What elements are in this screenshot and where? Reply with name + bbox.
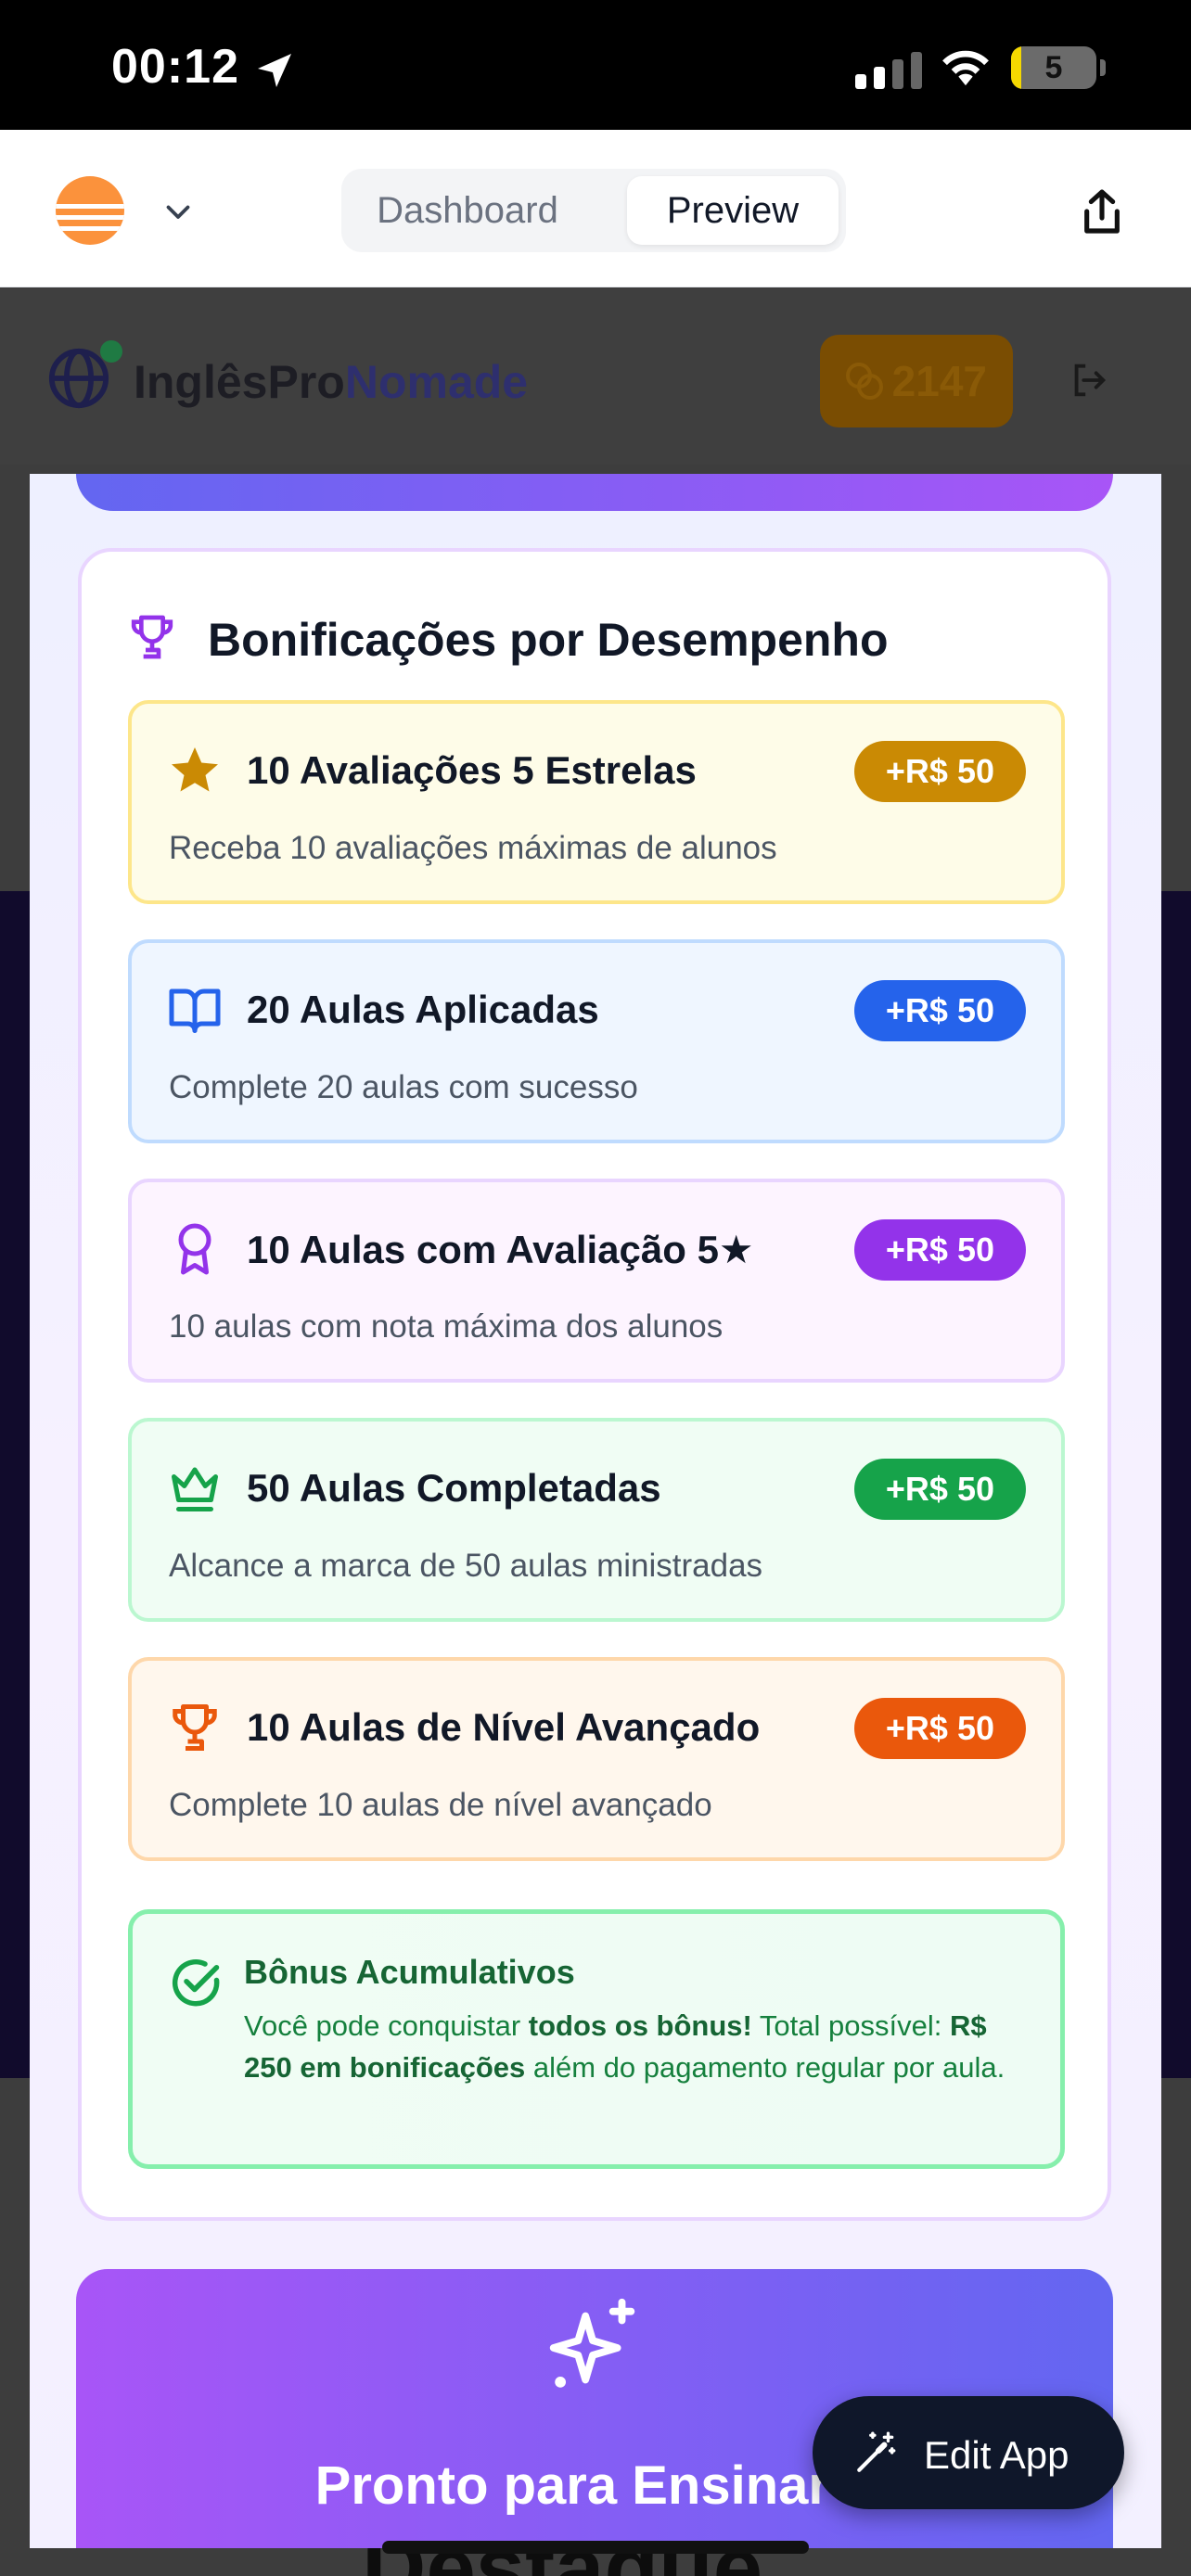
bonus-amount-badge: +R$ 50 bbox=[853, 980, 1026, 1041]
bonus-item: 20 Aulas Aplicadas +R$ 50 Complete 20 au… bbox=[128, 939, 1065, 1143]
bonus-item: 50 Aulas Completadas +R$ 50 Alcance a ma… bbox=[128, 1418, 1065, 1622]
bonus-amount-badge: +R$ 50 bbox=[853, 741, 1026, 802]
bonus-item-description: 10 aulas com nota máxima dos alunos bbox=[169, 1308, 724, 1345]
status-time: 00:12 bbox=[111, 40, 239, 94]
status-bar: 00:12 5 bbox=[0, 0, 1191, 130]
bonus-item-description: Complete 20 aulas com sucesso bbox=[169, 1069, 638, 1105]
star-icon bbox=[172, 747, 218, 792]
background-header: InglêsProNomade 2147 bbox=[0, 288, 1191, 465]
tab-preview[interactable]: Preview bbox=[627, 176, 839, 245]
location-arrow-icon bbox=[258, 54, 291, 87]
cellular-signal-icon bbox=[855, 52, 922, 89]
edit-app-label: Edit App bbox=[924, 2433, 1069, 2477]
cumulative-bonus-title: Bônus Acumulativos bbox=[244, 1953, 575, 1991]
cumulative-bonus-note: Bônus Acumulativos Você pode conquistar … bbox=[128, 1909, 1065, 2169]
home-indicator bbox=[382, 2541, 809, 2554]
bonus-amount-badge: +R$ 50 bbox=[853, 1219, 1026, 1281]
crown-icon bbox=[172, 1467, 218, 1511]
bonus-item: 10 Avaliações 5 Estrelas +R$ 50 Receba 1… bbox=[128, 700, 1065, 904]
online-indicator bbox=[100, 340, 122, 363]
bonus-amount-badge: +R$ 50 bbox=[853, 1459, 1026, 1520]
bonus-item-title: 10 Aulas de Nível Avançado bbox=[247, 1705, 761, 1749]
sparkles-icon bbox=[549, 2298, 635, 2388]
bonus-item-title: 50 Aulas Completadas bbox=[247, 1466, 661, 1510]
chevron-down-icon[interactable] bbox=[160, 195, 197, 228]
app-logo-icon[interactable] bbox=[56, 176, 124, 245]
bonus-amount-badge: +R$ 50 bbox=[853, 1698, 1026, 1759]
trophy-icon bbox=[131, 615, 173, 659]
logout-icon bbox=[1074, 363, 1107, 397]
coins-badge: 2147 bbox=[820, 335, 1013, 427]
award-icon bbox=[178, 1223, 211, 1275]
edit-app-button[interactable]: Edit App bbox=[813, 2396, 1124, 2509]
battery-icon: 5 bbox=[1011, 46, 1096, 89]
tab-dashboard[interactable]: Dashboard bbox=[349, 176, 586, 245]
check-circle-icon bbox=[172, 1959, 220, 2007]
modal-header-gradient bbox=[76, 474, 1113, 511]
performance-bonus-card: Bonificações por Desempenho 10 Avaliaçõe… bbox=[78, 548, 1111, 2221]
brand-name: InglêsProNomade bbox=[134, 356, 529, 408]
wifi-icon bbox=[942, 50, 989, 86]
book-open-icon bbox=[169, 988, 221, 1033]
bonus-title: Bonificações por Desempenho bbox=[208, 614, 889, 666]
bonus-item-description: Complete 10 aulas de nível avançado bbox=[169, 1787, 712, 1823]
bonus-item-title: 10 Aulas com Avaliação 5★ bbox=[247, 1228, 754, 1271]
view-segmented-control: Dashboard Preview bbox=[341, 169, 846, 252]
coins-icon bbox=[846, 363, 883, 400]
preview-modal: Bonificações por Desempenho 10 Avaliaçõe… bbox=[30, 474, 1161, 2548]
bonus-item-description: Alcance a marca de 50 aulas ministradas bbox=[169, 1548, 763, 1584]
battery-level: 5 bbox=[1044, 50, 1063, 85]
bonus-item-description: Receba 10 avaliações máximas de alunos bbox=[169, 830, 777, 866]
magic-wand-icon bbox=[857, 2431, 896, 2472]
bonus-item-title: 20 Aulas Aplicadas bbox=[247, 988, 599, 1031]
cumulative-bonus-text: Você pode conquistar todos os bônus! Tot… bbox=[244, 2009, 1005, 2084]
top-nav: Dashboard Preview bbox=[0, 130, 1191, 287]
bonus-item: 10 Aulas de Nível Avançado +R$ 50 Comple… bbox=[128, 1657, 1065, 1861]
coins-value: 2147 bbox=[891, 357, 987, 405]
share-icon[interactable] bbox=[1076, 184, 1128, 239]
bonus-item-title: 10 Avaliações 5 Estrelas bbox=[247, 748, 697, 792]
bonus-item: 10 Aulas com Avaliação 5★ +R$ 50 10 aula… bbox=[128, 1179, 1065, 1383]
trophy-icon bbox=[173, 1704, 217, 1751]
